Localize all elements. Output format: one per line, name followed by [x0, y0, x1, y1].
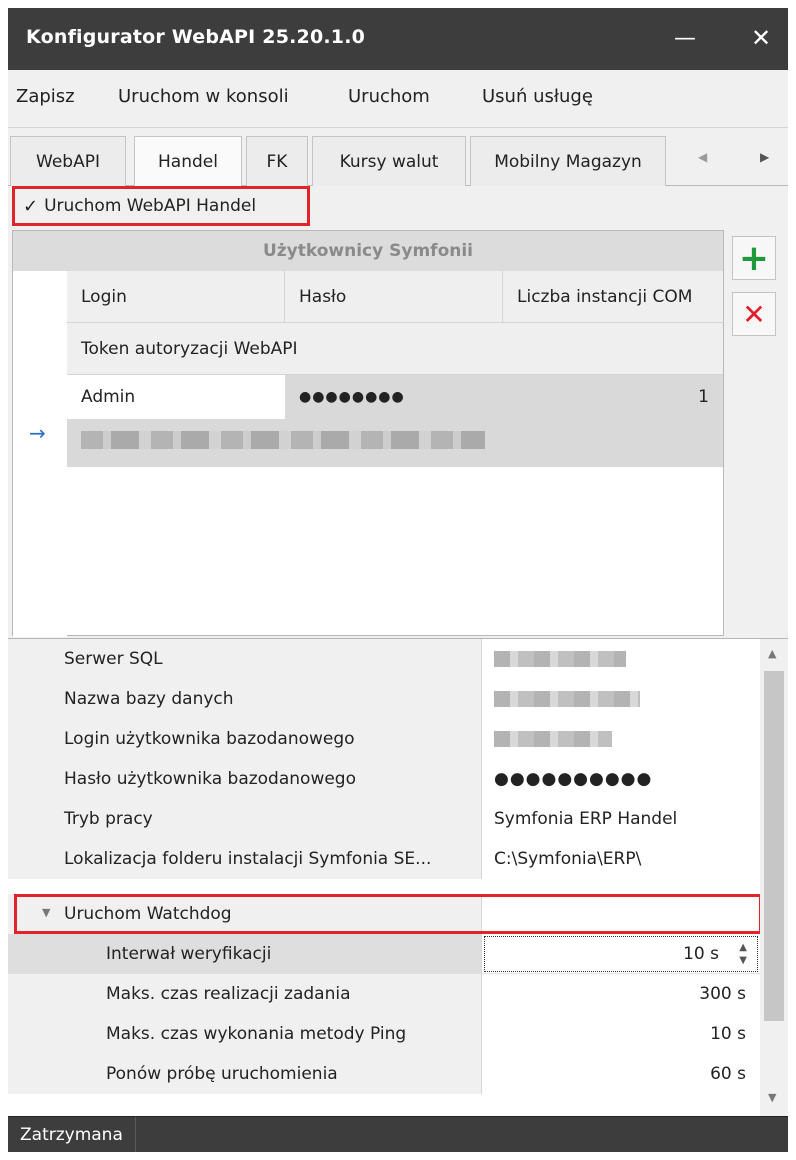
- delete-user-button[interactable]: ✕: [732, 292, 776, 336]
- grid-token-header: Token autoryzacji WebAPI: [67, 323, 723, 375]
- property-label: Maks. czas wykonania metody Ping: [8, 1014, 482, 1054]
- row-indicator-column: [13, 271, 67, 637]
- users-grid: Użytkownicy Symfonii Login Hasło Liczba …: [12, 230, 724, 637]
- menu-item-save[interactable]: Zapisz: [16, 86, 75, 107]
- add-user-button[interactable]: +: [732, 236, 776, 280]
- minimize-button[interactable]: —: [660, 20, 710, 56]
- login-cell[interactable]: Admin: [67, 375, 285, 419]
- tab-mobilny-magazyn[interactable]: Mobilny Magazyn: [470, 136, 666, 186]
- property-label: Nazwa bazy danych: [8, 679, 482, 719]
- property-value[interactable]: ✓: [482, 894, 760, 934]
- collapse-arrow-icon[interactable]: ▼: [42, 906, 50, 919]
- window-title: Konfigurator WebAPI 25.20.1.0: [26, 26, 366, 48]
- menu-item-remove-service[interactable]: Usuń usługę: [482, 86, 593, 107]
- current-row-arrow-icon: →: [29, 421, 46, 445]
- property-value[interactable]: 10 s: [482, 1014, 760, 1054]
- property-value-redacted[interactable]: [482, 679, 760, 719]
- menu-item-run-console[interactable]: Uruchom w konsoli: [118, 86, 289, 107]
- token-cell-redacted[interactable]: [81, 431, 485, 449]
- property-row-watchdog[interactable]: Uruchom Watchdog ▼ ✓: [8, 894, 760, 934]
- column-header-password[interactable]: Hasło: [285, 271, 503, 323]
- property-row-db-login[interactable]: Login użytkownika bazodanowego: [8, 719, 760, 759]
- status-bar: Zatrzymana: [8, 1116, 788, 1152]
- scrollbar-thumb[interactable]: [764, 671, 784, 1021]
- property-value[interactable]: 60 s: [482, 1054, 760, 1094]
- password-cell[interactable]: ●●●●●●●●: [299, 375, 405, 419]
- scroll-up-icon[interactable]: ▲: [768, 647, 776, 660]
- table-row[interactable]: Admin ●●●●●●●● 1: [67, 375, 723, 467]
- property-value-redacted[interactable]: [482, 639, 760, 679]
- property-value[interactable]: Symfonia ERP Handel: [482, 799, 760, 839]
- property-row-max-ping-time[interactable]: Maks. czas wykonania metody Ping 10 s: [8, 1014, 760, 1054]
- property-label: Uruchom Watchdog: [8, 894, 482, 934]
- scroll-down-icon[interactable]: ▼: [768, 1091, 776, 1104]
- properties-scrollbar[interactable]: ▲ ▼: [760, 639, 788, 1117]
- property-value-redacted[interactable]: [482, 719, 760, 759]
- property-value[interactable]: 300 s: [482, 974, 760, 1014]
- property-value[interactable]: C:\Symfonia\ERP\: [482, 839, 760, 879]
- property-label: Hasło użytkownika bazodanowego: [8, 759, 482, 799]
- property-row-max-task-time[interactable]: Maks. czas realizacji zadania 300 s: [8, 974, 760, 1014]
- close-button[interactable]: ✕: [736, 20, 786, 56]
- property-row-sql-server[interactable]: Serwer SQL: [8, 639, 760, 679]
- interval-value[interactable]: 10 s: [683, 944, 719, 964]
- tab-strip: WebAPI Handel FK Kursy walut Mobilny Mag…: [8, 128, 788, 187]
- property-label: Interwał weryfikacji: [8, 934, 482, 974]
- com-instances-cell[interactable]: 1: [698, 375, 709, 419]
- property-row-retry-start[interactable]: Ponów próbę uruchomienia 60 s: [8, 1054, 760, 1094]
- tab-scroll-left-icon[interactable]: ◀: [698, 150, 707, 164]
- configurator-window: Konfigurator WebAPI 25.20.1.0 — ✕ Zapisz…: [8, 8, 788, 1152]
- tab-fk[interactable]: FK: [246, 136, 308, 186]
- grid-side-buttons: + ✕: [724, 230, 788, 636]
- grid-caption: Użytkownicy Symfonii: [13, 231, 723, 271]
- property-row-interval[interactable]: Interwał weryfikacji 10 s ▲ ▼: [8, 934, 760, 974]
- run-webapi-checkbox[interactable]: ✓ Uruchom WebAPI Handel: [12, 186, 310, 226]
- property-label: Serwer SQL: [8, 639, 482, 679]
- column-header-login[interactable]: Login: [67, 271, 285, 323]
- property-label: Maks. czas realizacji zadania: [8, 974, 482, 1014]
- tab-scroll-right-icon[interactable]: ▶: [760, 150, 769, 164]
- property-label: Tryb pracy: [8, 799, 482, 839]
- menu-item-run[interactable]: Uruchom: [348, 86, 430, 107]
- run-webapi-label: Uruchom WebAPI Handel: [44, 196, 257, 216]
- tab-kursy-walut[interactable]: Kursy walut: [312, 136, 466, 186]
- property-value[interactable]: ●●●●●●●●●●: [482, 759, 760, 799]
- column-header-com-instances[interactable]: Liczba instancji COM: [503, 271, 723, 323]
- property-label: Ponów próbę uruchomienia: [8, 1054, 482, 1094]
- tab-webapi[interactable]: WebAPI: [10, 136, 126, 186]
- title-bar: Konfigurator WebAPI 25.20.1.0 — ✕: [8, 8, 788, 70]
- service-status: Zatrzymana: [8, 1117, 136, 1152]
- property-label: Login użytkownika bazodanowego: [8, 719, 482, 759]
- property-label: Lokalizacja folderu instalacji Symfonia …: [8, 839, 482, 879]
- spinner-arrows-icon[interactable]: ▲ ▼: [739, 941, 747, 967]
- properties-grid: Serwer SQL Nazwa bazy danych Login użytk…: [8, 638, 788, 1117]
- grid-header-row: Login Hasło Liczba instancji COM: [67, 271, 723, 323]
- property-row-work-mode[interactable]: Tryb pracy Symfonia ERP Handel: [8, 799, 760, 839]
- property-row-db-password[interactable]: Hasło użytkownika bazodanowego ●●●●●●●●●…: [8, 759, 760, 799]
- property-row-install-folder[interactable]: Lokalizacja folderu instalacji Symfonia …: [8, 839, 760, 879]
- interval-spin-input[interactable]: 10 s ▲ ▼: [484, 936, 758, 972]
- menu-bar: Zapisz Uruchom w konsoli Uruchom Usuń us…: [8, 70, 788, 128]
- property-row-database-name[interactable]: Nazwa bazy danych: [8, 679, 760, 719]
- checkmark-icon: ✓: [23, 195, 39, 217]
- column-header-token[interactable]: Token autoryzacji WebAPI: [67, 323, 723, 375]
- tab-handel[interactable]: Handel: [134, 136, 242, 187]
